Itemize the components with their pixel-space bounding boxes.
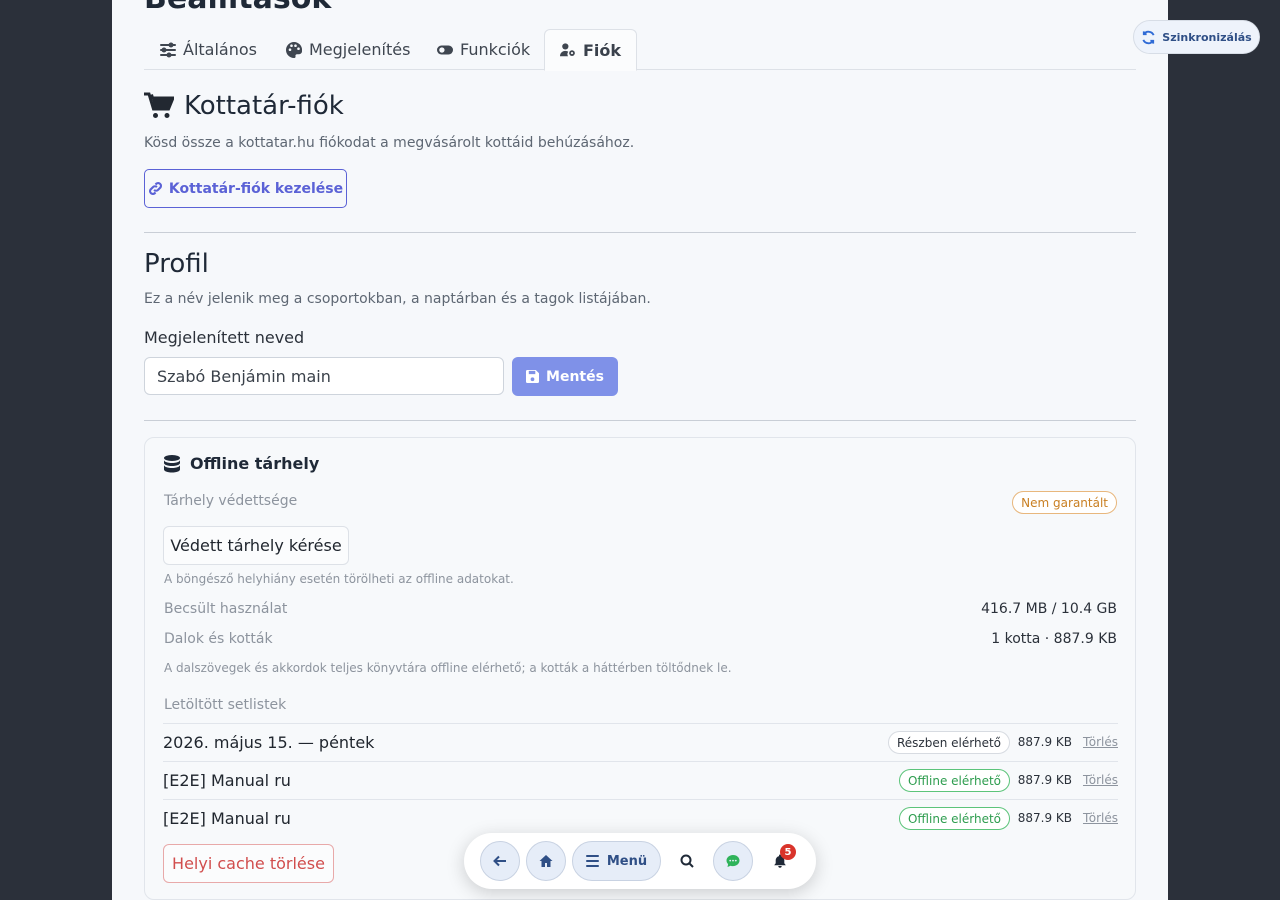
setlist-row: [E2E] Manual ru Offline elérhető 887.9 K… [163,799,1118,837]
setlist-name: [E2E] Manual ru [163,771,291,790]
palette-icon [286,41,302,58]
library-note: A dalszövegek és akkordok teljes könyvtá… [164,661,732,675]
setlist-status-badge: Offline elérhető [898,769,1010,792]
sliders-icon [160,42,176,57]
home-button[interactable] [526,841,566,881]
notification-count-badge: 5 [780,844,796,860]
sync-label: Szinkronizálás [1162,30,1252,44]
setlist-name: [E2E] Manual ru [163,809,291,828]
setlist-name: 2026. május 15. — péntek [163,733,375,752]
delete-setlist-link[interactable]: Törlés [1083,773,1118,787]
tab-label: Funkciók [460,40,531,59]
divider [144,232,1136,233]
database-icon [164,454,180,472]
setlist-size: 887.9 KB [1017,811,1072,825]
delete-setlist-link[interactable]: Törlés [1083,735,1118,749]
floppy-disk-icon [526,370,540,383]
sync-icon [1142,30,1155,44]
divider [144,420,1136,421]
clear-cache-button[interactable]: Helyi cache törlése [163,844,334,883]
bottom-navigation: Menü 5 [464,833,816,889]
chat-bubble-icon [726,855,740,867]
chat-button[interactable] [713,841,753,881]
setlists-label: Letöltött setlistek [164,697,287,713]
page-title: Beállítások [144,0,331,14]
profile-description: Ez a név jelenik meg a csoportokban, a n… [144,291,651,307]
settings-tabs: Általános Megjelenítés Funkciók Fiók [144,29,1136,71]
menu-button[interactable]: Menü [572,841,661,881]
request-protected-storage-button[interactable]: Védett tárhely kérése [163,526,349,565]
songs-value: 1 kotta · 887.9 KB [991,631,1117,647]
display-name-label: Megjelenített neved [144,328,305,347]
tab-label: Fiók [583,40,622,60]
setlist-status-badge: Részben elérhető [887,731,1010,754]
setlist-row: [E2E] Manual ru Offline elérhető 887.9 K… [163,761,1118,799]
protection-note: A böngésző helyhiány esetén törölheti az… [164,572,514,586]
songs-label: Dalok és kották [164,631,273,647]
settings-panel: Beállítások Általános Megjelenítés Funkc… [112,0,1168,900]
setlist-status-badge: Offline elérhető [898,807,1010,830]
kottatar-heading: Kottatár-fiók [144,91,344,121]
usage-value: 416.7 MB / 10.4 GB [981,601,1117,617]
storage-heading: Offline tárhely [164,454,319,473]
setlist-row: 2026. május 15. — péntek Részben elérhet… [163,723,1118,761]
kottatar-description: Kösd össze a kottatar.hu fiókodat a megv… [144,135,635,151]
back-button[interactable] [480,841,520,881]
manage-kottatar-label: Kottatár-fiók kezelése [168,180,344,197]
offline-storage-card: Offline tárhely Tárhely védettsége Nem g… [144,437,1136,900]
hamburger-icon [585,855,599,867]
usage-label: Becsült használat [164,601,288,617]
tab-label: Megjelenítés [309,40,411,59]
tab-appearance[interactable]: Megjelenítés [286,29,410,70]
delete-setlist-link[interactable]: Törlés [1083,811,1118,825]
profile-title: Profil [144,249,209,279]
protection-status-badge: Nem garantált [1012,491,1117,514]
toggle-icon [437,45,453,54]
tab-label: Általános [183,40,257,59]
sync-button[interactable]: Szinkronizálás [1133,20,1260,54]
setlist-size: 887.9 KB [1017,773,1072,787]
tab-features[interactable]: Funkciók [437,29,530,70]
tab-account[interactable]: Fiók [544,29,638,71]
menu-label: Menü [606,853,648,869]
storage-title: Offline tárhely [190,454,320,473]
home-icon [539,855,553,867]
user-gear-icon [560,43,575,57]
protection-label: Tárhely védettsége [164,493,298,509]
shopping-cart-icon [144,92,174,118]
link-icon [148,182,162,195]
search-icon [680,854,694,868]
display-name-input[interactable] [144,357,504,395]
manage-kottatar-button[interactable]: Kottatár-fiók kezelése [144,169,347,208]
tab-general[interactable]: Általános [160,29,257,70]
save-button[interactable]: Mentés [512,357,618,396]
kottatar-title: Kottatár-fiók [184,91,344,121]
arrow-left-icon [493,855,506,867]
setlist-size: 887.9 KB [1017,735,1072,749]
save-label: Mentés [546,368,604,385]
search-button[interactable] [677,851,697,871]
